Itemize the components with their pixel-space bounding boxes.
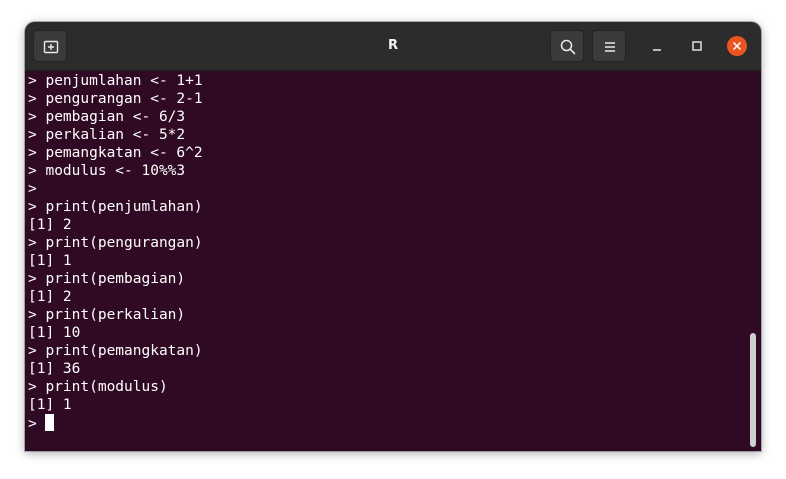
terminal-output[interactable]: > penjumlahan <- 1+1 > pengurangan <- 2-…	[25, 71, 761, 451]
close-icon	[732, 41, 742, 51]
terminal-line: > print(pemangkatan)	[28, 343, 203, 359]
terminal-line: [1] 1	[28, 397, 72, 413]
terminal-line: > pembagian <- 6/3	[28, 109, 186, 125]
terminal-line: [1] 36	[28, 361, 81, 377]
titlebar[interactable]: R	[25, 22, 761, 71]
close-button[interactable]	[727, 36, 747, 56]
terminal-line: > modulus <- 10%%3	[28, 163, 186, 179]
text-cursor	[45, 414, 55, 431]
terminal-line: > perkalian <- 5*2	[28, 127, 186, 143]
terminal-line: > print(pengurangan)	[28, 235, 203, 251]
minimize-icon	[653, 49, 661, 51]
terminal-line: > print(modulus)	[28, 379, 168, 395]
terminal-line: [1] 2	[28, 217, 72, 233]
terminal-line: [1] 10	[28, 325, 81, 341]
terminal-line: > print(penjumlahan)	[28, 199, 203, 215]
terminal-line: [1] 2	[28, 289, 72, 305]
terminal-window: R > penjumlahan <- 1+1 > pengurangan <- …	[25, 22, 761, 451]
terminal-line: >	[28, 181, 37, 197]
terminal-lines: > penjumlahan <- 1+1 > pengurangan <- 2-…	[28, 72, 203, 432]
terminal-prompt-line[interactable]: >	[28, 414, 203, 432]
terminal-line: > print(pembagian)	[28, 271, 186, 287]
maximize-button[interactable]	[687, 36, 707, 56]
scrollbar-thumb[interactable]	[750, 333, 756, 447]
search-button[interactable]	[550, 30, 584, 62]
menu-button[interactable]	[592, 30, 626, 62]
terminal-line: > print(perkalian)	[28, 307, 186, 323]
maximize-icon	[692, 41, 702, 51]
terminal-line: [1] 1	[28, 253, 72, 269]
terminal-prompt: >	[28, 416, 46, 432]
search-icon	[560, 39, 576, 55]
terminal-line: > pengurangan <- 2-1	[28, 91, 203, 107]
terminal-line: > penjumlahan <- 1+1	[28, 73, 203, 89]
hamburger-menu-icon	[605, 42, 615, 52]
terminal-line: > pemangkatan <- 6^2	[28, 145, 203, 161]
minimize-button[interactable]	[647, 36, 667, 56]
